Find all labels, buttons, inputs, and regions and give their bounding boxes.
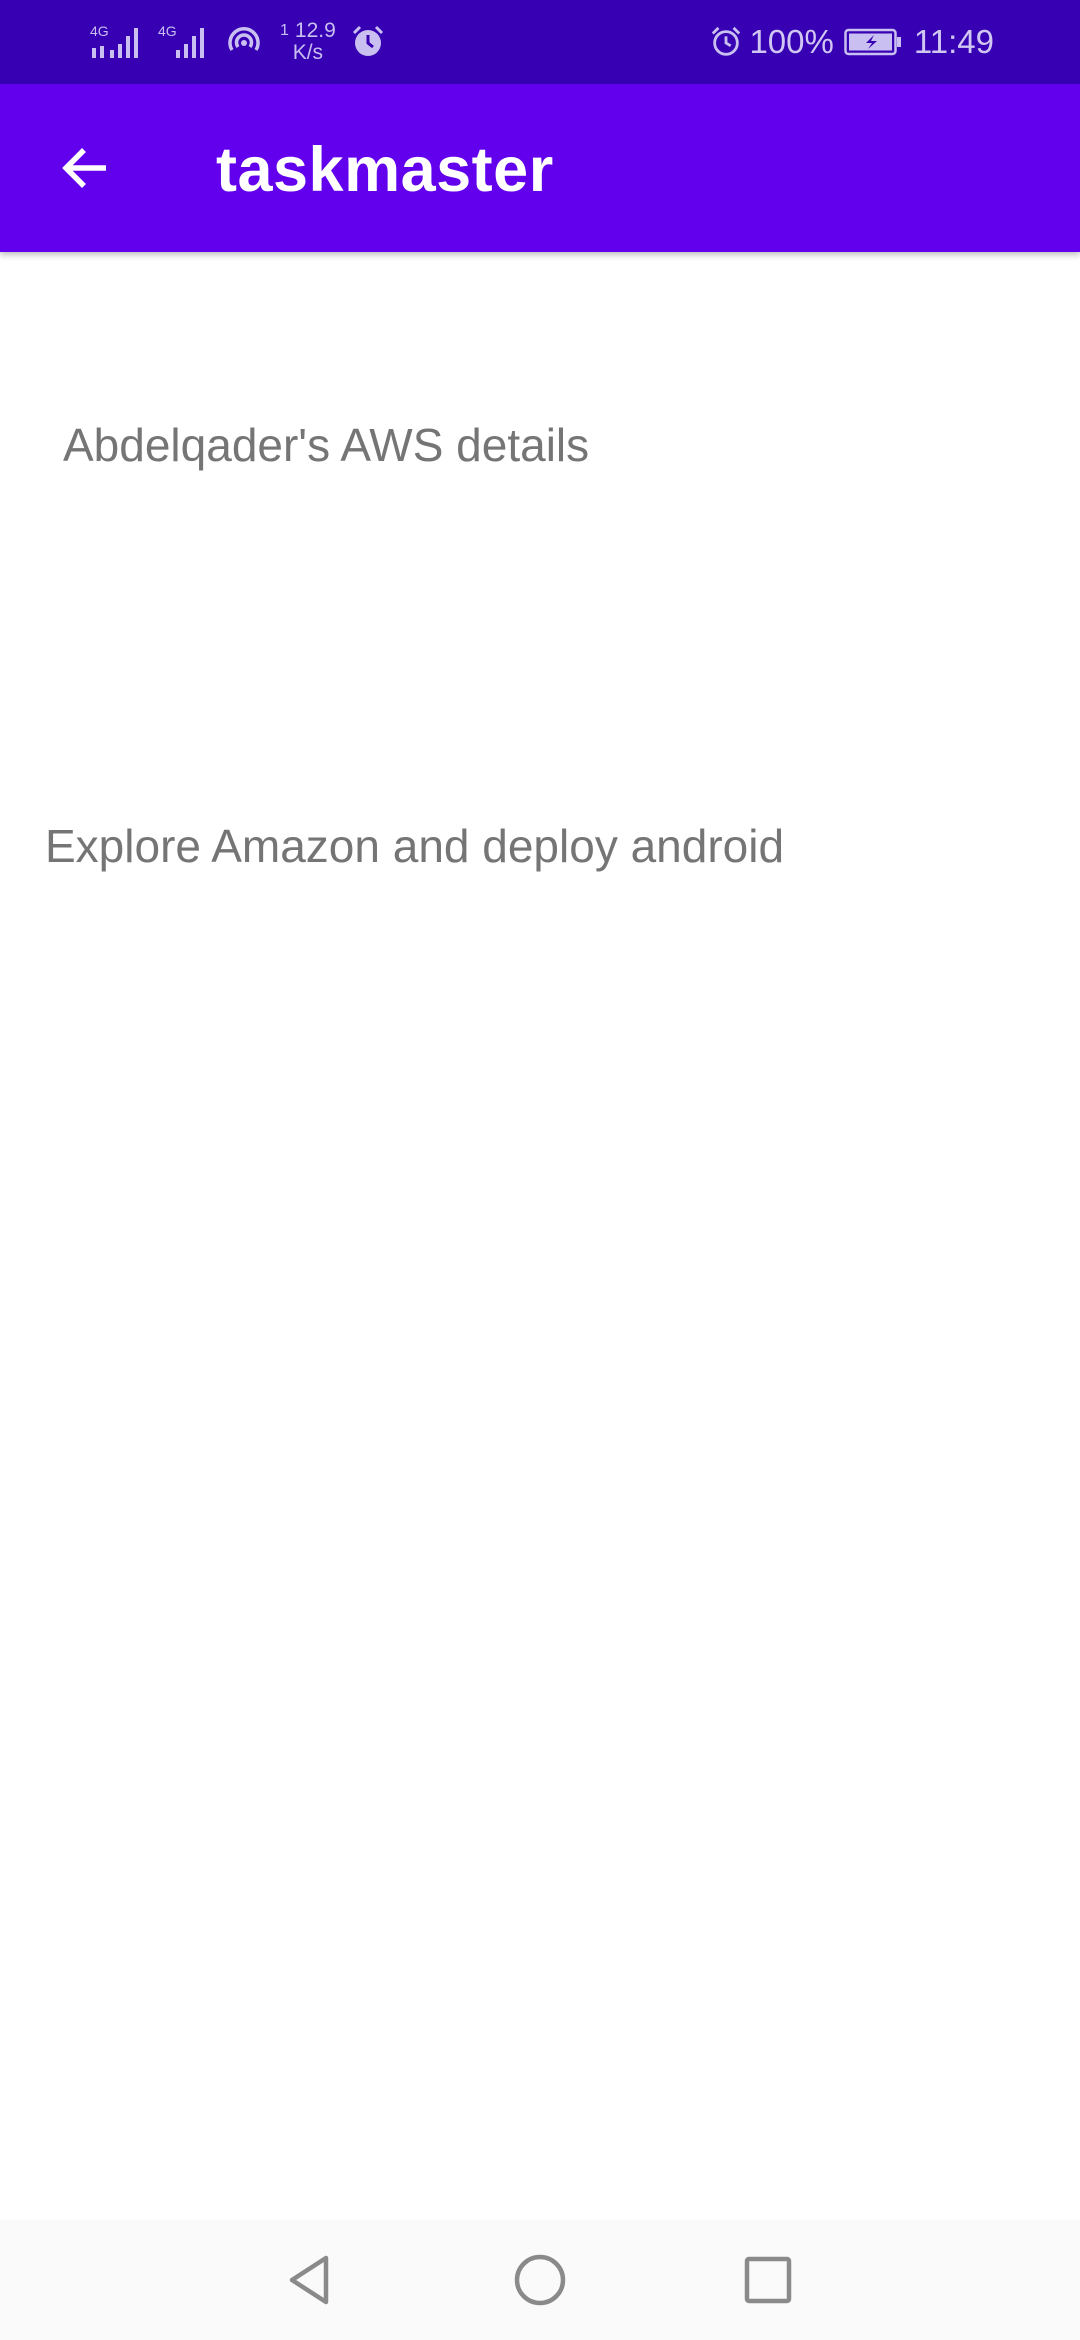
- signal-icon: 4G: [158, 22, 212, 62]
- battery-percent: 100%: [749, 23, 834, 60]
- status-left: 4G 4G 1 12.9 K/s: [90, 14, 400, 70]
- task-title: Abdelqader's AWS details: [63, 419, 590, 471]
- net-speed-value: 12.9: [294, 19, 336, 42]
- net-speed-sup: 1: [280, 22, 289, 39]
- page-title: taskmaster: [216, 135, 554, 205]
- alarm-icon: [709, 25, 743, 59]
- nav-recent-icon: [744, 2256, 792, 2304]
- screen: 4G 4G 1 12.9 K/s 100% 11:49 taskmaster A…: [0, 0, 1080, 2340]
- net-speed: 1 12.9 K/s: [280, 20, 336, 64]
- status-time: 11:49: [913, 23, 994, 60]
- navigation-bar: [0, 2220, 1080, 2340]
- nav-back-button[interactable]: [270, 2240, 350, 2320]
- net-speed-unit: K/s: [292, 41, 324, 64]
- nav-home-icon: [514, 2254, 566, 2306]
- battery-charging-icon: [844, 27, 902, 57]
- nav-recent-button[interactable]: [728, 2240, 808, 2320]
- back-button[interactable]: [40, 128, 128, 208]
- app-bar: taskmaster: [0, 84, 1080, 252]
- signal-icon: 4G: [90, 22, 144, 62]
- nav-back-icon: [289, 2255, 329, 2305]
- task-body: Explore Amazon and deploy android: [45, 820, 785, 872]
- alarm-icon: [350, 24, 386, 60]
- nav-home-button[interactable]: [500, 2240, 580, 2320]
- signal-2-label: 4G: [158, 23, 177, 39]
- status-bar: 4G 4G 1 12.9 K/s 100% 11:49: [0, 0, 1080, 84]
- status-right: 100% 11:49: [709, 14, 994, 70]
- hotspot-icon: [226, 24, 262, 60]
- arrow-left-icon: [62, 148, 106, 188]
- signal-1-label: 4G: [90, 23, 109, 39]
